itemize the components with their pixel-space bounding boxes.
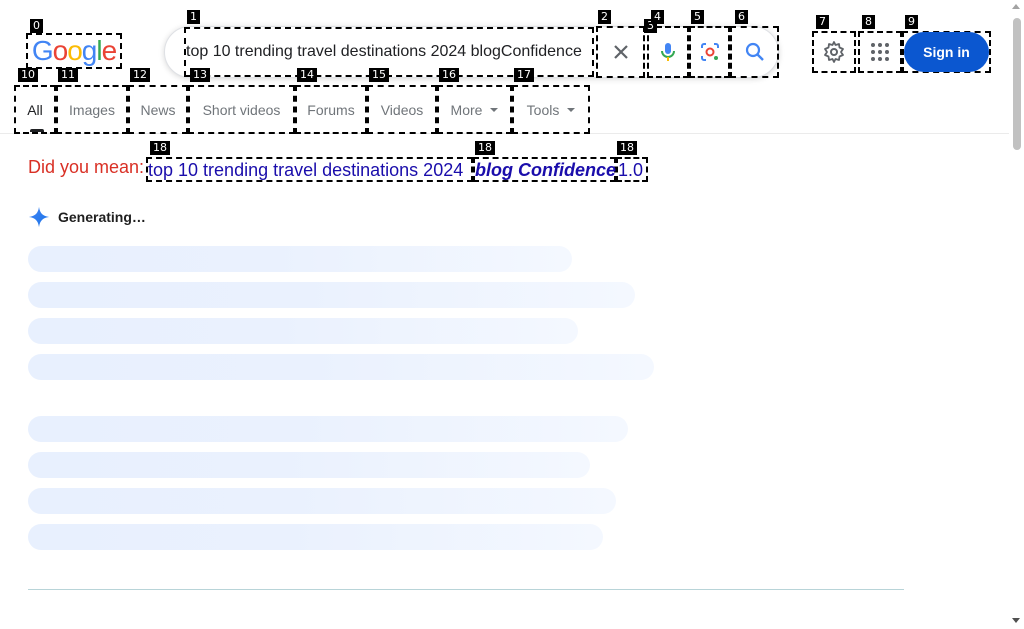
tab-tools[interactable]: Tools — [512, 85, 590, 134]
logo-letter-o2: o — [67, 35, 83, 66]
loading-placeholder — [28, 488, 616, 514]
tab-forums[interactable]: Forums — [295, 85, 367, 134]
close-icon — [613, 45, 628, 59]
tab-more[interactable]: More — [437, 85, 512, 134]
logo-letter-o1: o — [52, 35, 69, 66]
google-apps-button[interactable] — [858, 31, 902, 73]
sparkle-icon — [28, 206, 50, 228]
annotation-tag: 13 — [190, 68, 210, 82]
tab-news[interactable]: News — [128, 85, 188, 134]
voice-search-button[interactable] — [647, 26, 689, 78]
loading-placeholder — [28, 282, 635, 308]
annotation-tag: 1 — [187, 10, 200, 24]
search-icon — [745, 42, 764, 61]
loading-placeholder — [28, 354, 654, 380]
scroll-down-arrow-icon[interactable] — [1012, 618, 1020, 623]
suggestion-link-part[interactable]: top 10 trending travel destinations 2024 — [146, 157, 473, 182]
loading-placeholder — [28, 318, 578, 344]
camera-lens-icon — [700, 43, 719, 61]
annotation-tag: 0 — [30, 19, 43, 33]
vertical-scrollbar[interactable] — [1009, 0, 1024, 629]
annotation-tag: 5 — [691, 10, 704, 24]
google-logo[interactable]: Google — [26, 33, 122, 69]
did-you-mean-label: Did you mean: — [28, 157, 145, 177]
search-button[interactable] — [730, 26, 779, 78]
ai-overview-status: Generating… — [58, 209, 146, 225]
annotation-tag: 17 — [514, 68, 534, 82]
settings-button[interactable] — [812, 31, 856, 73]
annotation-tag: 8 — [862, 15, 875, 29]
section-divider — [28, 589, 904, 590]
loading-placeholder — [28, 246, 572, 272]
logo-letter-g1: G — [31, 35, 54, 66]
loading-placeholder — [28, 452, 590, 478]
annotation-tag: 9 — [905, 15, 918, 29]
gear-icon — [824, 41, 844, 63]
annotation-tag: 18 — [617, 141, 637, 155]
apps-grid-icon — [871, 43, 889, 61]
tab-videos[interactable]: Videos — [367, 85, 437, 134]
suggestion-link-part[interactable]: 1.0 — [616, 157, 648, 182]
annotation-tag: 6 — [735, 10, 748, 24]
annotation-tag: 16 — [439, 68, 459, 82]
logo-letter-g2: g — [81, 35, 98, 66]
tab-short-videos[interactable]: Short videos — [188, 85, 295, 134]
image-search-button[interactable] — [689, 26, 730, 78]
annotation-tag: 18 — [150, 141, 170, 155]
clear-button[interactable] — [596, 26, 645, 78]
sign-in-button-wrapper: Sign in — [902, 31, 991, 73]
annotation-tag: 4 — [651, 10, 664, 24]
chevron-down-icon — [567, 107, 576, 112]
microphone-icon — [661, 43, 675, 61]
annotation-tag: 15 — [369, 68, 389, 82]
scroll-up-arrow-icon[interactable] — [1012, 4, 1020, 9]
ai-overview-header: Generating… — [28, 206, 146, 228]
suggestion-link-part[interactable]: blog Confidence — [473, 157, 616, 182]
loading-placeholder — [28, 416, 628, 442]
tab-more-label: More — [450, 101, 483, 118]
tab-tools-label: Tools — [526, 101, 560, 118]
annotation-tag: 2 — [598, 10, 611, 24]
annotation-tag: 7 — [816, 15, 829, 29]
scrollbar-thumb[interactable] — [1013, 18, 1021, 150]
annotation-tag: 11 — [58, 68, 78, 82]
tab-all[interactable]: All — [14, 85, 56, 134]
sign-in-button[interactable]: Sign in — [904, 32, 989, 72]
tab-images[interactable]: Images — [56, 85, 128, 134]
annotation-tag: 18 — [475, 141, 495, 155]
loading-placeholder — [28, 524, 603, 550]
logo-letter-e: e — [101, 35, 118, 66]
annotation-tag: 12 — [130, 68, 150, 82]
chevron-down-icon — [490, 107, 499, 112]
annotation-tag: 10 — [18, 68, 38, 82]
annotation-tag: 14 — [297, 68, 317, 82]
